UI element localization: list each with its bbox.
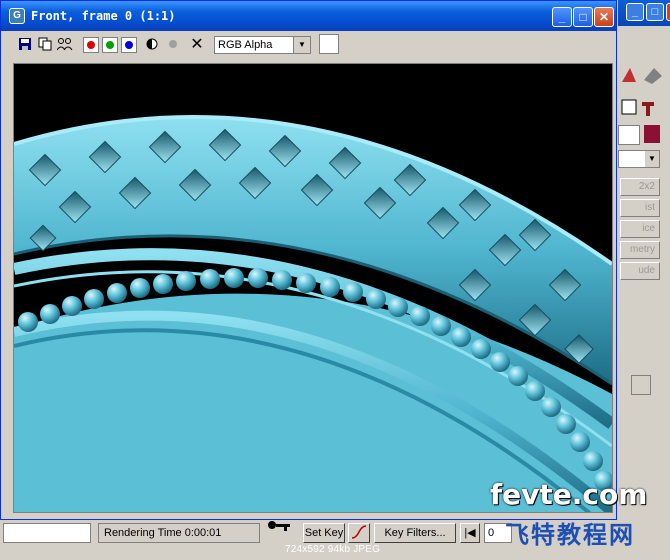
channel-select-value: RGB Alpha xyxy=(218,39,273,51)
rendering-time-field: Rendering Time 0:00:01 xyxy=(98,523,260,543)
clear-icon[interactable]: ✕ xyxy=(189,37,205,53)
minimize-button[interactable]: _ xyxy=(552,7,572,27)
key-icon[interactable] xyxy=(264,520,292,534)
image-caption: 724x592 94kb JPEG xyxy=(285,544,381,555)
panel-button-2[interactable]: ist xyxy=(620,199,660,217)
blue-channel-icon xyxy=(125,41,133,49)
mono-icon[interactable] xyxy=(144,37,160,53)
tangent-icon[interactable] xyxy=(348,523,370,543)
key-filters-button[interactable]: Key Filters... xyxy=(374,523,456,543)
panel-button-5[interactable]: ude xyxy=(620,262,660,280)
save-icon[interactable] xyxy=(17,37,33,53)
configure-icon[interactable] xyxy=(631,375,651,395)
red-channel-button[interactable] xyxy=(83,37,99,53)
close-button[interactable]: ✕ xyxy=(594,7,614,27)
red-channel-icon xyxy=(87,41,95,49)
render-frame-window: G Front, frame 0 (1:1) _ □ ✕ ✕ RGB Alpha… xyxy=(0,0,617,520)
chevron-down-icon: ▼ xyxy=(293,37,310,53)
background-title-bar: _ □ ✕ xyxy=(618,0,670,26)
blue-channel-button[interactable] xyxy=(121,37,137,53)
background-close-button[interactable]: ✕ xyxy=(666,3,670,21)
rendering-time-label: Rendering Time xyxy=(104,527,182,539)
green-channel-icon xyxy=(106,41,114,49)
rendering-time-value: 0:00:01 xyxy=(184,527,222,539)
copy-icon[interactable] xyxy=(37,37,53,53)
go-to-start-icon[interactable]: |◀ xyxy=(460,523,480,543)
render-viewport xyxy=(13,63,613,513)
maxscript-listener-field[interactable] xyxy=(3,523,91,543)
maximize-button[interactable]: □ xyxy=(573,7,593,27)
rendered-ring-image xyxy=(14,115,612,512)
modifier-icons[interactable] xyxy=(618,62,670,86)
panel-button-1[interactable]: 2x2 xyxy=(620,178,660,196)
dropdown-arrow-icon: ▼ xyxy=(645,151,659,167)
app-icon: G xyxy=(9,8,25,24)
color-swatch[interactable] xyxy=(319,34,339,54)
window-title: Front, frame 0 (1:1) xyxy=(31,9,176,23)
panel-button-3[interactable]: ice xyxy=(620,220,660,238)
object-color-swatch[interactable] xyxy=(644,125,660,143)
green-channel-button[interactable] xyxy=(102,37,118,53)
background-minimize-button[interactable]: _ xyxy=(626,3,644,21)
title-bar[interactable]: G Front, frame 0 (1:1) _ □ ✕ xyxy=(1,1,616,31)
background-maximize-button[interactable]: □ xyxy=(646,3,664,21)
watermark-domain: fevte.com xyxy=(490,478,648,511)
set-key-button[interactable]: Set Key xyxy=(303,523,345,543)
watermark-site-name: 飞特教程网 xyxy=(505,521,635,549)
channel-select[interactable]: RGB Alpha ▼ xyxy=(214,36,311,54)
clone-icon[interactable] xyxy=(56,37,73,53)
modifier-list-dropdown[interactable]: ▼ xyxy=(618,150,660,168)
panel-button-4[interactable]: metry xyxy=(620,241,660,259)
name-field[interactable] xyxy=(618,125,640,145)
hammer-icon[interactable] xyxy=(618,96,658,118)
gray-dot-icon[interactable] xyxy=(165,37,181,53)
